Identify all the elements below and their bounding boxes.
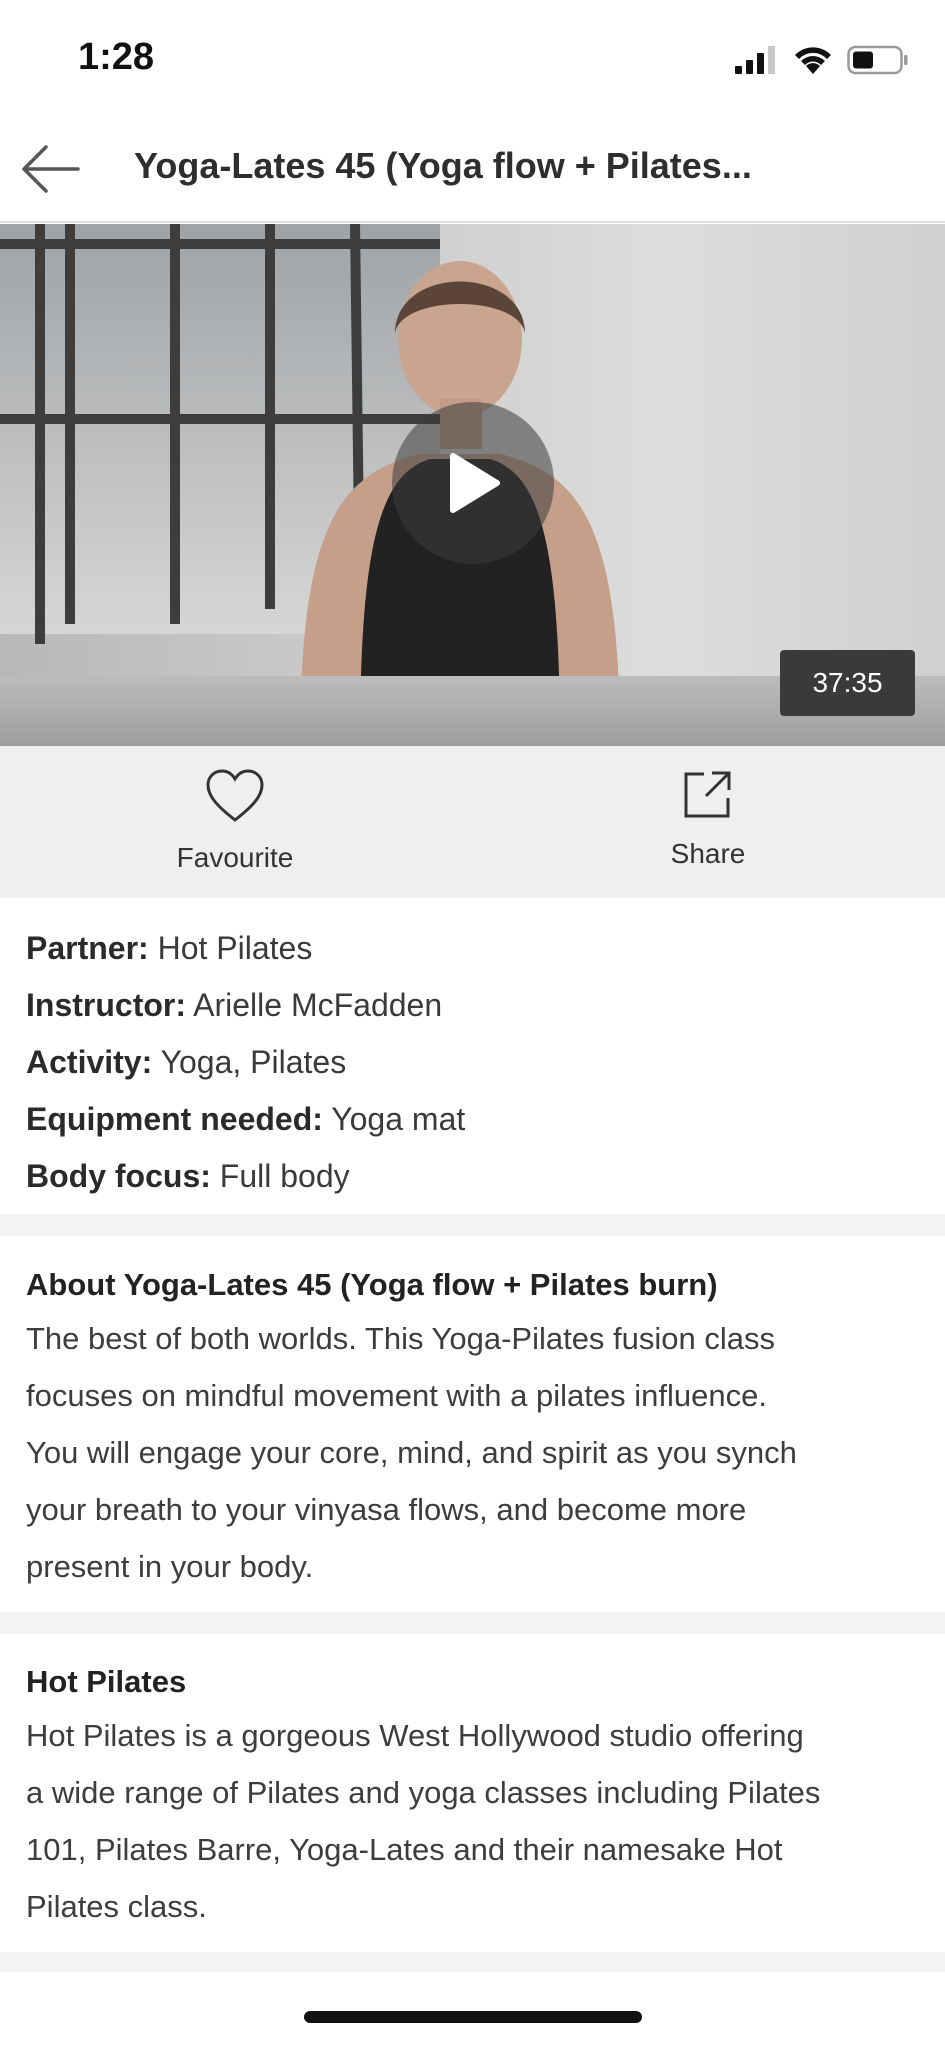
share-label: Share (670, 838, 746, 869)
favourite-label: Favourite (176, 842, 294, 873)
section-divider (0, 1952, 945, 1972)
duration-badge: 37:35 (780, 650, 915, 716)
video-player[interactable]: 37:35 (0, 224, 945, 746)
detail-partner: Partner: Hot Pilates (26, 930, 313, 966)
signal-icon (735, 46, 775, 74)
status-time: 1:28 (78, 36, 155, 78)
detail-body-focus: Body focus: Full body (26, 1158, 350, 1194)
detail-activity: Activity: Yoga, Pilates (26, 1044, 347, 1080)
detail-equipment: Equipment needed: Yoga mat (26, 1101, 466, 1137)
detail-instructor: Instructor: Arielle McFadden (26, 987, 443, 1023)
nav-bar: Yoga-Lates 45 (Yoga flow + Pilates... (0, 115, 945, 223)
section-divider (0, 1612, 945, 1634)
back-button[interactable] (18, 141, 84, 197)
home-indicator[interactable] (304, 2011, 642, 2023)
section-divider (0, 1214, 945, 1236)
about-description: The best of both worlds. This Yoga-Pilat… (26, 1321, 797, 1584)
partner-description: Hot Pilates is a gorgeous West Hollywood… (26, 1718, 821, 1924)
arrow-left-icon (22, 145, 80, 193)
share-icon (684, 771, 731, 818)
status-bar: 1:28 (0, 0, 945, 115)
play-button[interactable] (392, 402, 554, 564)
heart-icon (206, 769, 264, 822)
about-section: About Yoga-Lates 45 (Yoga flow + Pilates… (26, 1260, 926, 1595)
page-title: Yoga-Lates 45 (Yoga flow + Pilates... (134, 145, 752, 186)
about-title: About Yoga-Lates 45 (Yoga flow + Pilates… (26, 1267, 718, 1302)
favourite-button[interactable]: Favourite (135, 768, 335, 874)
action-bar: Favourite Share (0, 746, 945, 898)
class-details: Partner: Hot Pilates Instructor: Arielle… (26, 920, 926, 1205)
play-icon (450, 453, 500, 513)
battery-icon (847, 45, 908, 75)
partner-section: Hot Pilates Hot Pilates is a gorgeous We… (26, 1657, 926, 1935)
status-icons (735, 40, 909, 80)
share-button[interactable]: Share (608, 768, 808, 870)
wifi-icon (795, 47, 831, 74)
partner-title: Hot Pilates (26, 1664, 187, 1699)
